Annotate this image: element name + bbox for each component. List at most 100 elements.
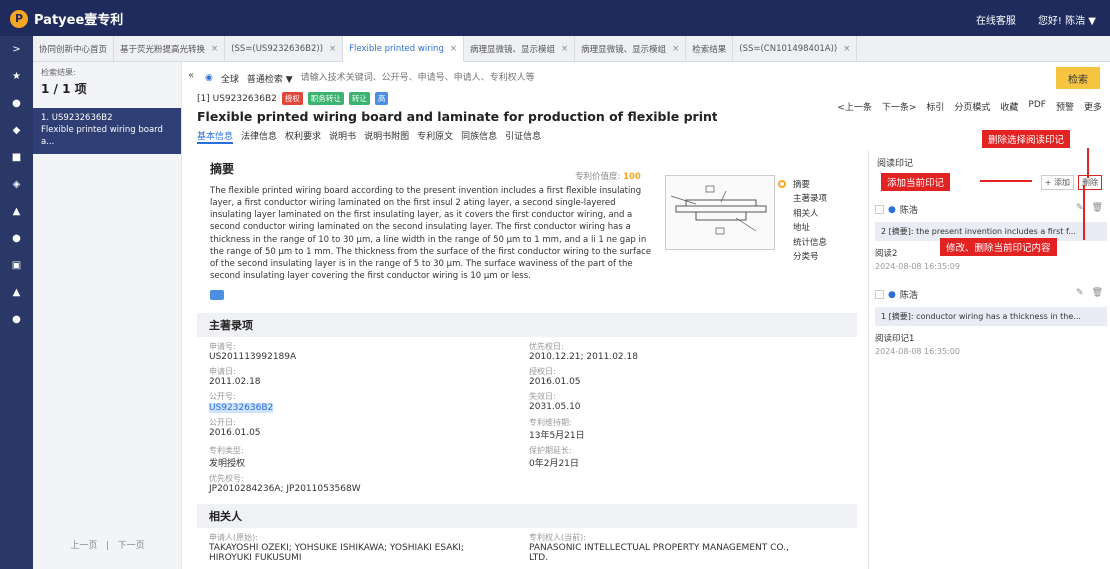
toc-item[interactable]: 摘要 — [793, 178, 843, 192]
add-note-button[interactable]: + 添加 — [1040, 175, 1074, 190]
toolbar-button[interactable]: 分页模式 — [954, 100, 990, 113]
close-icon[interactable]: × — [450, 44, 457, 54]
search-bar: ◉ 全球 普通检索 ▼ 检索 — [205, 67, 1100, 89]
abstract-text[interactable]: The flexible printed wiring board accord… — [210, 185, 658, 282]
toc-item[interactable]: 主著录项 — [793, 192, 843, 206]
collapse-icon[interactable]: « — [188, 70, 202, 84]
patent-drawing[interactable] — [665, 175, 775, 250]
nav-item-icon[interactable]: ▲ — [0, 198, 33, 225]
search-scope[interactable]: 全球 — [221, 72, 239, 85]
toolbar-button[interactable]: 预警 — [1056, 100, 1074, 113]
nav-item-icon[interactable]: ■ — [0, 144, 33, 171]
online-service-link[interactable]: 在线客服 — [976, 12, 1016, 27]
result-label: 检索结果: — [41, 68, 76, 77]
note-text[interactable]: 阅读印记1 — [875, 332, 1107, 344]
close-icon[interactable]: × — [672, 44, 679, 54]
related-title: 相关人 — [197, 504, 857, 528]
nav-item-icon[interactable]: ◆ — [0, 117, 33, 144]
result-count: 1 / 1 项 — [41, 82, 87, 96]
subnav-tab[interactable]: 同族信息 — [461, 129, 497, 144]
applicant-label: 申请人(原始): — [209, 533, 258, 542]
nav-item-icon[interactable]: ◈ — [0, 171, 33, 198]
toc-item[interactable]: 分类号 — [793, 250, 843, 264]
toolbar-button[interactable]: 收藏 — [1000, 100, 1018, 113]
tab[interactable]: 协同创新中心首页 — [33, 35, 115, 62]
field: 公开日: 2016.01.05 — [209, 418, 261, 438]
notes-panel-title: 阅读印记 — [877, 159, 914, 169]
subnav-tab[interactable]: 专利原文 — [417, 129, 453, 144]
nav-item-icon[interactable]: ● — [0, 90, 33, 117]
owner-label: 专利权人(当前): — [529, 533, 586, 542]
globe-icon: ◉ — [205, 73, 213, 83]
toolbar-button[interactable]: PDF — [1028, 100, 1046, 113]
prev-page-link[interactable]: 上一页 — [70, 541, 97, 551]
user-menu[interactable]: 您好! 陈浩 ▼ — [1038, 12, 1096, 27]
subnav-tab[interactable]: 说明书 — [329, 129, 356, 144]
toc-item[interactable]: 地址 — [793, 221, 843, 235]
notes-panel: 阅读印记 + 添加 删除 ● 陈浩 ✎ 🗑 2 [摘要]: the present … — [868, 150, 1110, 569]
subnav-tab[interactable]: 法律信息 — [241, 129, 277, 144]
subnav-tab[interactable]: 权利要求 — [285, 129, 321, 144]
tab[interactable]: 病理显微镜、显示模组 × — [464, 35, 576, 62]
close-icon[interactable]: × — [561, 44, 568, 54]
tab[interactable]: (SS=(CN101498401A)) × — [733, 35, 858, 62]
owner-value[interactable]: PANASONIC INTELLECTUAL PROPERTY MANAGEME… — [529, 543, 789, 563]
left-nav: > ★ ● ◆ ■ ◈ ▲ ● ▣ ▲ ● — [0, 36, 33, 569]
trash-icon[interactable]: 🗑 — [1092, 203, 1103, 213]
result-item-number: 1. US9232636B2 — [41, 113, 113, 123]
toolbar-button[interactable]: 下一条> — [882, 100, 917, 113]
toc-item[interactable]: 相关人 — [793, 207, 843, 221]
close-icon[interactable]: × — [843, 44, 850, 54]
tab[interactable]: 基于荧光粉提高光转换 × — [114, 35, 226, 62]
close-icon[interactable]: × — [329, 44, 336, 54]
brand-name: Patyee壹专利 — [34, 13, 124, 28]
result-list: 检索结果: 1 / 1 项 1. US9232636B2 Flexible pr… — [33, 62, 182, 569]
nav-item-icon[interactable]: ▣ — [0, 252, 33, 279]
field: 保护期延长: 0年2月21日 — [529, 446, 579, 469]
delete-notes-button[interactable]: 删除 — [1078, 175, 1102, 190]
search-mode-select[interactable]: 普通检索 ▼ — [247, 72, 293, 85]
doc-number: [1] US9232636B2 — [197, 93, 277, 104]
bibliography-section: 主著录项 申请号: US201113992189A 优先权日: 2010.12.21;… — [197, 313, 857, 563]
toolbar-button[interactable]: 标引 — [926, 100, 944, 113]
result-item[interactable]: 1. US9232636B2 Flexible printed wiring b… — [33, 108, 181, 154]
subnav-tab[interactable]: 引证信息 — [505, 129, 541, 144]
toc-item[interactable]: 统计信息 — [793, 236, 843, 250]
note-card: ● 陈浩 ✎ 🗑 1 [摘要]: conductor wiring has a th… — [875, 288, 1107, 356]
next-page-link[interactable]: 下一页 — [118, 541, 145, 551]
comment-icon[interactable] — [210, 290, 224, 301]
toolbar-button[interactable]: <上一条 — [837, 100, 872, 113]
status-badge: 授权 — [281, 92, 303, 105]
user-icon: ● — [888, 204, 896, 215]
nav-item-icon[interactable]: > — [0, 36, 33, 63]
nav-item-icon[interactable]: ▲ — [0, 279, 33, 306]
section-toc: 摘要 主著录项 相关人 地址 统计信息 分类号 — [793, 178, 843, 265]
subnav-tab[interactable]: 基本信息 — [197, 129, 234, 144]
biblio-title: 主著录项 — [197, 313, 857, 337]
doc-subnav: 基本信息 法律信息 权利要求 说明书 说明书附图 专利原文 同族信息 引证信息 — [197, 129, 1102, 144]
subnav-tab[interactable]: 说明书附图 — [364, 129, 409, 144]
field: 申请号: US201113992189A — [209, 342, 297, 362]
tab[interactable]: Flexible printed wiring × — [343, 35, 464, 62]
toolbar-button[interactable]: 更多 — [1084, 100, 1102, 113]
field: 专利类型: 发明授权 — [209, 446, 246, 469]
nav-item-icon[interactable]: ★ — [0, 63, 33, 90]
edit-icon[interactable]: ✎ — [1076, 288, 1084, 298]
tab[interactable]: (SS=(US9232636B2)) × — [225, 35, 344, 62]
field: 申请日: 2011.02.18 — [209, 367, 261, 387]
logo: P Patyee壹专利 — [10, 9, 123, 28]
doc-header: [1] US9232636B2 授权 职务转让 转让 高 Flexible pr… — [197, 92, 1102, 144]
search-input[interactable] — [300, 68, 1048, 88]
note-checkbox[interactable] — [875, 205, 884, 214]
tab[interactable]: 检索结果 — [686, 35, 734, 62]
trash-icon[interactable]: 🗑 — [1092, 288, 1103, 298]
close-icon[interactable]: × — [211, 44, 218, 54]
tab[interactable]: 病理显微镜、显示模组 × — [575, 35, 687, 62]
nav-item-icon[interactable]: ● — [0, 225, 33, 252]
search-button[interactable]: 检索 — [1056, 67, 1100, 89]
applicant-value[interactable]: TAKAYOSHI OZEKI; YOHSUKE ISHIKAWA; YOSHI… — [209, 543, 499, 563]
note-checkbox[interactable] — [875, 290, 884, 299]
callout-add-current: 添加当前印记 — [881, 173, 951, 191]
nav-item-icon[interactable]: ● — [0, 306, 33, 333]
patent-value-score: 专利价值度: 100 — [575, 172, 641, 182]
